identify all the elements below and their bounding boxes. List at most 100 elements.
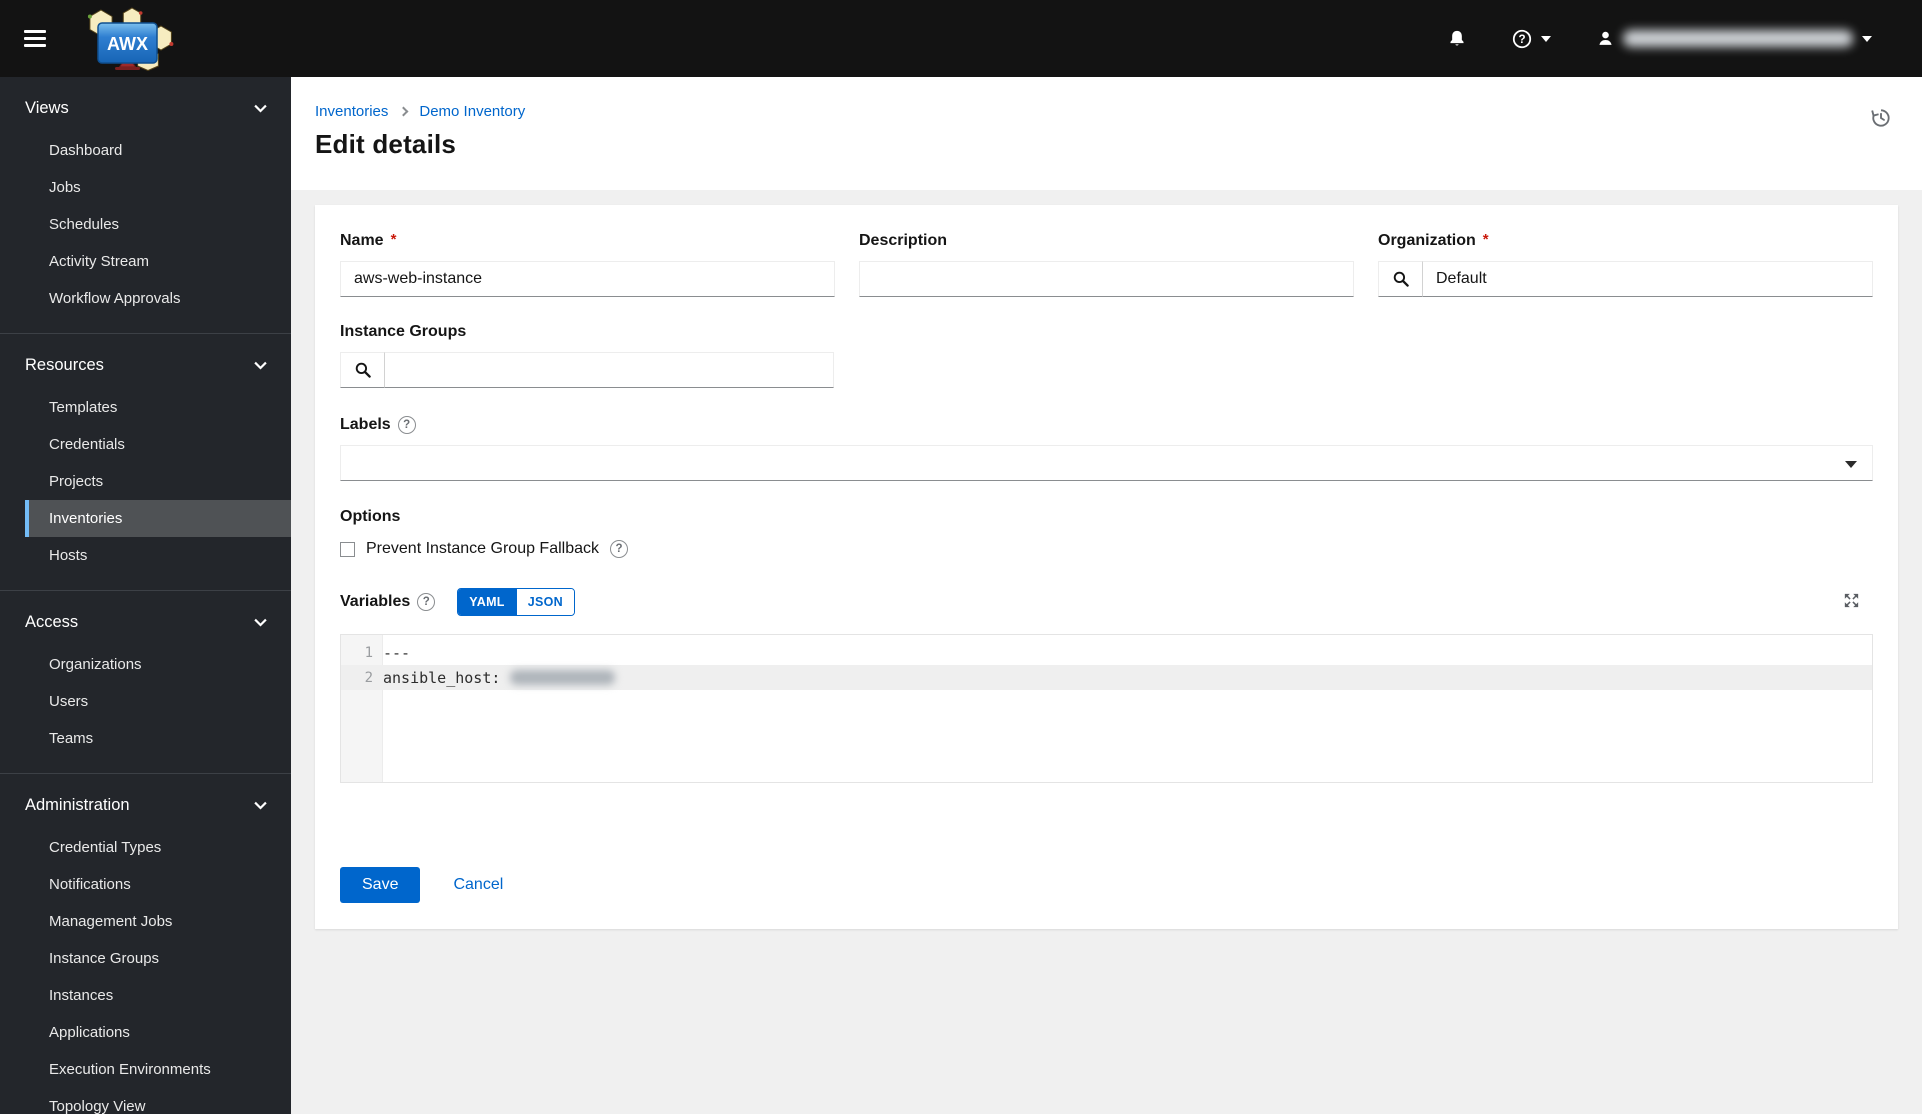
question-circle-icon: ? <box>1512 29 1532 48</box>
page-header: Inventories Demo Inventory Edit details <box>291 77 1922 190</box>
chevron-down-icon <box>1862 35 1872 42</box>
sidebar-item-teams[interactable]: Teams <box>25 720 291 757</box>
search-icon <box>1393 271 1409 287</box>
variables-code-editor[interactable]: 1 --- 2 ansible_host: <box>340 634 1873 783</box>
chevron-down-icon <box>1541 35 1551 42</box>
awx-logo[interactable]: AWX <box>74 6 178 71</box>
nav-toggle-button[interactable] <box>0 0 70 77</box>
prevent-fallback-label[interactable]: Prevent Instance Group Fallback <box>366 540 599 558</box>
breadcrumb-separator-icon <box>398 106 409 117</box>
history-button[interactable] <box>1870 107 1892 132</box>
user-icon <box>1599 31 1612 45</box>
sidebar-item-management-jobs[interactable]: Management Jobs <box>25 903 291 940</box>
breadcrumb-inventories-link[interactable]: Inventories <box>315 103 388 120</box>
sidebar-item-execution-environments[interactable]: Execution Environments <box>25 1051 291 1088</box>
labels-select[interactable] <box>340 445 1873 481</box>
nav-section-administration: Administration Credential Types Notifica… <box>0 774 291 1114</box>
organization-field-group: Organization * <box>1378 230 1873 297</box>
code-text: ansible_host: <box>383 668 501 687</box>
code-line-2: 2 ansible_host: <box>341 665 1872 690</box>
instance-groups-search-button[interactable] <box>340 352 385 388</box>
code-text: --- <box>383 643 411 662</box>
instance-groups-lookup <box>340 352 834 388</box>
cancel-button[interactable]: Cancel <box>453 876 503 894</box>
sidebar-item-schedules[interactable]: Schedules <box>25 206 291 243</box>
instance-groups-field-group: Instance Groups <box>340 323 834 388</box>
username-redacted <box>1623 30 1853 47</box>
chevron-down-icon <box>254 801 267 810</box>
required-marker: * <box>1482 230 1489 248</box>
breadcrumb: Inventories Demo Inventory <box>315 103 1896 120</box>
search-icon <box>355 362 371 378</box>
help-icon[interactable]: ? <box>610 540 629 558</box>
sidebar-item-dashboard[interactable]: Dashboard <box>25 132 291 169</box>
save-button[interactable]: Save <box>340 867 421 903</box>
variables-group: Variables ? YAML JSON 1 --- 2 ansible_ho… <box>340 588 1873 783</box>
description-field-group: Description <box>859 232 1354 297</box>
sidebar-item-projects[interactable]: Projects <box>25 463 291 500</box>
hamburger-icon <box>24 26 46 51</box>
organization-input[interactable] <box>1423 261 1873 297</box>
name-label: Name * <box>340 230 397 250</box>
sidebar-item-users[interactable]: Users <box>25 683 291 720</box>
user-menu-button[interactable] <box>1597 30 1872 47</box>
labels-field-group: Labels ? <box>340 416 1873 481</box>
chevron-down-icon <box>1845 461 1857 468</box>
options-group: Options Prevent Instance Group Fallback … <box>340 508 1873 558</box>
nav-header-access[interactable]: Access <box>0 605 291 640</box>
sidebar-item-hosts[interactable]: Hosts <box>25 537 291 574</box>
sidebar-item-workflow-approvals[interactable]: Workflow Approvals <box>25 280 291 317</box>
prevent-fallback-checkbox[interactable] <box>340 541 355 557</box>
variables-label: Variables ? <box>340 593 436 611</box>
name-input[interactable] <box>340 261 835 297</box>
sidebar-item-activity-stream[interactable]: Activity Stream <box>25 243 291 280</box>
instance-groups-label: Instance Groups <box>340 323 467 340</box>
sidebar-item-applications[interactable]: Applications <box>25 1014 291 1051</box>
organization-lookup <box>1378 261 1873 297</box>
sidebar-item-inventories[interactable]: Inventories <box>25 500 291 537</box>
sidebar-item-topology-view[interactable]: Topology View <box>25 1088 291 1114</box>
help-menu-button[interactable]: ? <box>1512 29 1551 49</box>
sidebar-item-instance-groups[interactable]: Instance Groups <box>25 940 291 977</box>
page-title: Edit details <box>315 129 457 159</box>
form-actions: Save Cancel <box>340 867 1873 903</box>
instance-groups-input[interactable] <box>385 352 834 388</box>
json-toggle-button[interactable]: JSON <box>515 589 574 615</box>
labels-label: Labels ? <box>340 416 1873 434</box>
nav-section-resources: Resources Templates Credentials Projects… <box>0 334 291 591</box>
redacted-host-value <box>510 670 616 685</box>
sidebar-item-templates[interactable]: Templates <box>25 389 291 426</box>
organization-search-button[interactable] <box>1378 261 1423 297</box>
variables-mode-toggle: YAML JSON <box>457 588 575 616</box>
nav-header-administration[interactable]: Administration <box>0 788 291 823</box>
yaml-toggle-button[interactable]: YAML <box>458 589 516 615</box>
chevron-down-icon <box>254 618 267 627</box>
help-icon[interactable]: ? <box>397 416 416 434</box>
line-number: 2 <box>364 669 373 686</box>
sidebar-item-organizations[interactable]: Organizations <box>25 646 291 683</box>
chevron-down-icon <box>254 361 267 370</box>
expand-arrows-icon <box>1844 593 1859 608</box>
sidebar-item-credential-types[interactable]: Credential Types <box>25 829 291 866</box>
nav-header-views[interactable]: Views <box>0 91 291 126</box>
expand-editor-button[interactable] <box>1842 591 1861 613</box>
chevron-down-icon <box>254 104 267 113</box>
description-label: Description <box>859 232 948 249</box>
organization-label: Organization * <box>1378 230 1489 250</box>
required-marker: * <box>390 230 397 248</box>
sidebar-item-jobs[interactable]: Jobs <box>25 169 291 206</box>
sidebar-item-instances[interactable]: Instances <box>25 977 291 1014</box>
sidebar-item-notifications[interactable]: Notifications <box>25 866 291 903</box>
breadcrumb-demo-inventory-link[interactable]: Demo Inventory <box>419 103 525 120</box>
help-icon[interactable]: ? <box>417 593 436 611</box>
name-field-group: Name * <box>340 230 835 297</box>
line-number: 1 <box>364 644 373 661</box>
nav-section-access: Access Organizations Users Teams <box>0 591 291 774</box>
sidebar-item-credentials[interactable]: Credentials <box>25 426 291 463</box>
masthead: AWX ? <box>0 0 1922 77</box>
notifications-bell-button[interactable] <box>1448 29 1466 48</box>
nav-header-resources[interactable]: Resources <box>0 348 291 383</box>
history-icon <box>1871 109 1890 127</box>
masthead-actions: ? <box>1448 29 1922 49</box>
description-input[interactable] <box>859 261 1354 297</box>
